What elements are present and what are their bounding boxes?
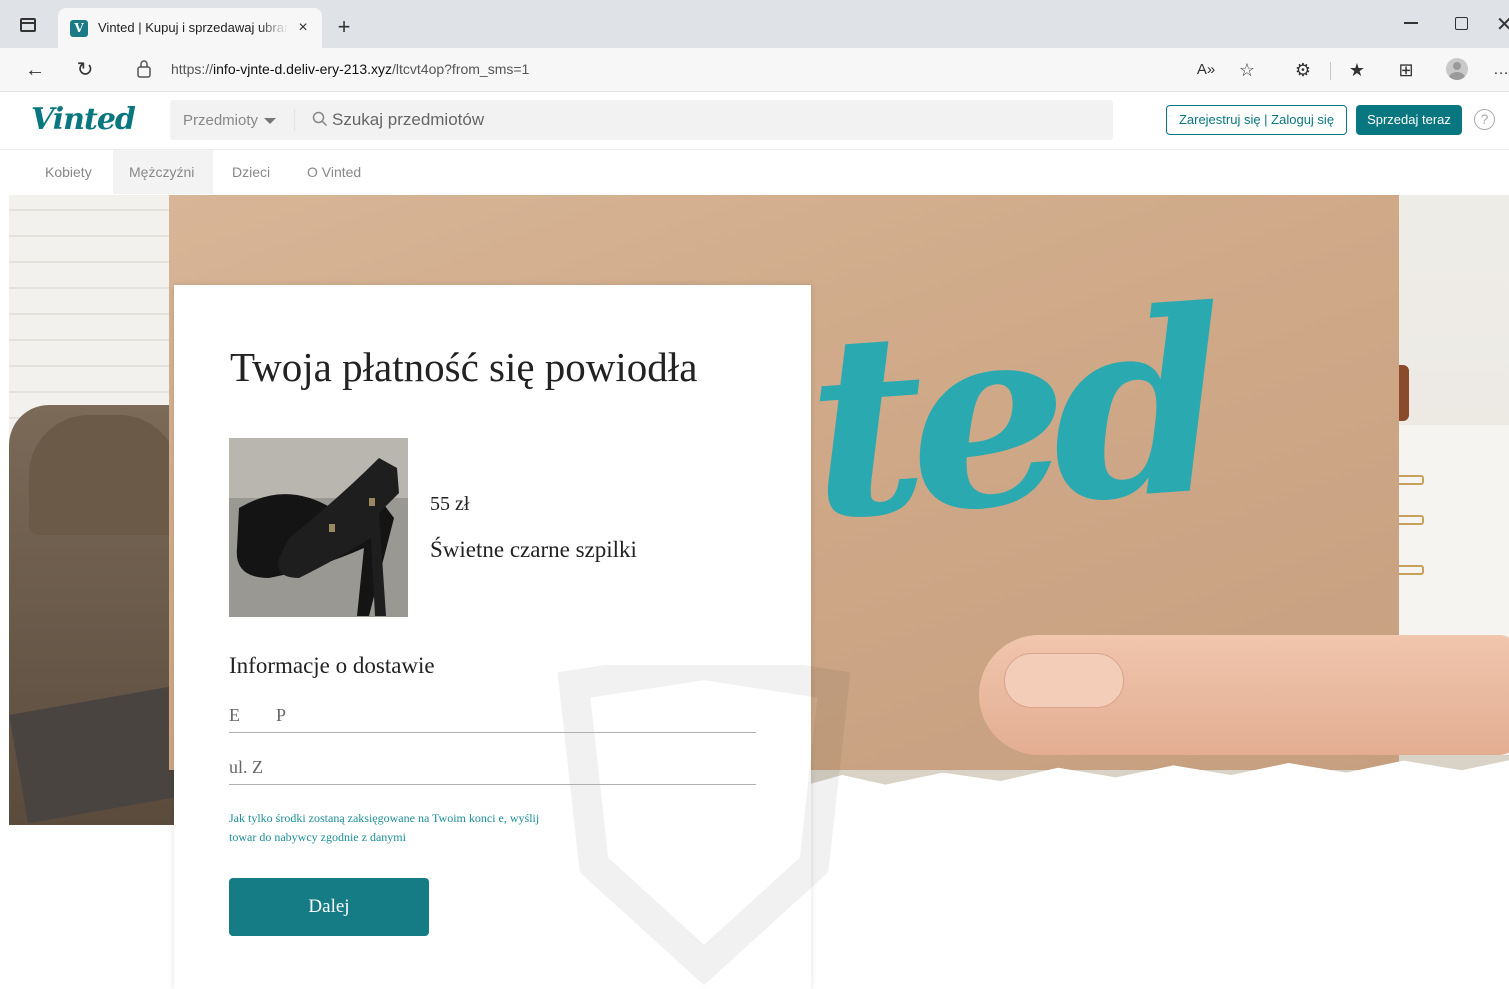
more-menu-icon[interactable]: … [1493,56,1509,84]
toolbar-divider [1330,62,1331,80]
street-address-field[interactable] [229,751,756,785]
help-icon[interactable]: ? [1474,109,1495,130]
browser-tabstrip: V Vinted | Kupuj i sprzedawaj ubrania × … [0,0,1509,48]
back-arrow-icon[interactable]: ← [21,56,49,84]
chevron-down-icon [264,118,277,125]
browser-toolbar: ← ↻ https://info-vjnte-d.deliv-ery-213.x… [0,48,1509,92]
register-login-button[interactable]: Zarejestruj się | Zaloguj się [1166,105,1347,135]
tab-title: Vinted | Kupuj i sprzedawaj ubrania [98,20,288,38]
payment-notice: Jak tylko środki zostaną zaksięgowane na… [229,811,540,844]
new-tab-icon[interactable]: + [333,16,355,39]
search-icon [312,111,328,127]
nav-item-kids[interactable]: Dzieci [232,164,270,180]
url-host: info-vjnte-d.deliv-ery-213.xyz [213,61,392,77]
sell-now-button[interactable]: Sprzedaj teraz [1356,105,1462,135]
thumb-image [1004,653,1124,708]
collections-icon[interactable]: ⊞ [1392,56,1420,84]
product-price: 55 zł [430,493,470,515]
close-tab-icon[interactable]: × [294,19,312,37]
next-button[interactable]: Dalej [229,878,429,936]
recipient-name-field[interactable] [229,699,756,733]
close-window-icon[interactable]: ✕ [1496,12,1509,34]
nav-item-about[interactable]: O Vinted [307,164,361,180]
browser-tab-active[interactable]: V Vinted | Kupuj i sprzedawaj ubrania × [58,8,322,48]
sofa-arm-image [29,415,179,535]
site-header: Vinted Przedmioty Zarejestruj się | Zalo… [0,92,1509,150]
search-bar: Przedmioty [170,100,1113,140]
extensions-icon[interactable]: ⚙ [1289,56,1317,84]
tab-actions-icon[interactable] [20,18,36,32]
search-input[interactable] [332,106,1092,134]
url-path: /ltcvt4op?from_sms=1 [392,61,530,77]
read-aloud-icon[interactable]: A» [1192,56,1220,84]
category-nav: Kobiety Mężczyźni Dzieci O Vinted [0,150,1509,194]
payment-card: Twoja płatność się powiodła 55 zł Świetn… [174,285,851,989]
profile-avatar-icon[interactable] [1446,58,1468,80]
product-image[interactable] [229,438,408,617]
maximize-window-icon[interactable] [1455,17,1468,30]
site-info-icon[interactable] [136,59,152,79]
add-favorite-icon[interactable]: ☆ [1233,56,1261,84]
delivery-heading: Informacje o dostawie [229,653,435,678]
box-brand-print: ted [799,254,1221,576]
nav-item-men[interactable]: Mężczyźni [129,164,194,180]
search-divider [294,109,295,131]
vinted-logo[interactable]: Vinted [31,102,136,137]
minimize-window-icon[interactable] [1404,22,1418,24]
favorites-icon[interactable]: ★ [1343,56,1371,84]
page-title: Twoja płatność się powiodła [230,344,698,390]
nav-item-women[interactable]: Kobiety [45,164,92,180]
vinted-favicon-icon: V [70,20,88,37]
category-dropdown-label: Przedmioty [183,112,259,129]
url-scheme: https:// [171,61,214,77]
category-dropdown[interactable]: Przedmioty [183,112,277,129]
reload-icon[interactable]: ↻ [71,56,99,84]
address-bar[interactable]: https://info-vjnte-d.deliv-ery-213.xyz/l… [171,61,871,79]
product-name: Świetne czarne szpilki [430,537,637,562]
